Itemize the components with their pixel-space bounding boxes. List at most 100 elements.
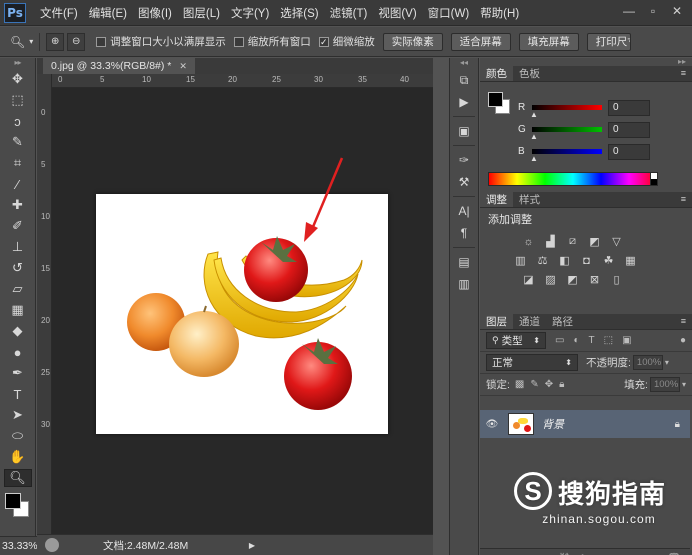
vibrance-icon[interactable]: ▽ [608, 234, 625, 249]
tab-paths[interactable]: 路径 [546, 314, 579, 329]
tab-channels[interactable]: 通道 [513, 314, 546, 329]
panel-grip-icon[interactable]: ◂◂ [450, 58, 478, 68]
hue-saturation-icon[interactable]: ▥ [512, 253, 529, 268]
brush-tool-icon[interactable]: ✐ [4, 217, 32, 235]
tab-adjustments[interactable]: 调整 [480, 192, 513, 207]
restore-button[interactable]: ▫ [644, 3, 662, 19]
blend-mode-select[interactable]: 正常 ⬍ [486, 354, 578, 371]
color-lookup-icon[interactable]: ▦ [622, 253, 639, 268]
layer-name[interactable]: 背景 [542, 416, 564, 432]
blur-tool-icon[interactable]: ◆ [4, 322, 32, 340]
actual-pixels-button[interactable]: 实际像素 [382, 32, 443, 51]
lasso-tool-icon[interactable]: ↄ [4, 112, 32, 130]
marquee-tool-icon[interactable]: ⬚ [4, 91, 32, 109]
black-white-icon[interactable]: ◧ [556, 253, 573, 268]
filter-type-icon[interactable]: T [589, 335, 595, 346]
close-tab-icon[interactable]: ✕ [179, 61, 187, 72]
history-panel-icon[interactable]: ⧉ [453, 70, 475, 90]
slider-thumb-icon[interactable]: ▲ [530, 154, 538, 163]
green-value-input[interactable]: 0 [608, 122, 650, 138]
move-tool-icon[interactable]: ✥ [4, 70, 32, 88]
foreground-color-swatch[interactable] [4, 493, 21, 509]
menu-layer[interactable]: 图层(L) [183, 5, 220, 21]
posterize-icon[interactable]: ▨ [542, 272, 559, 287]
filter-pixel-icon[interactable]: ▭ [555, 335, 564, 346]
crop-tool-icon[interactable]: ⌗ [4, 154, 32, 172]
paragraph-panel-icon[interactable]: ¶ [453, 223, 475, 243]
notes-panel-icon[interactable]: ▥ [453, 274, 475, 294]
zoom-in-icon[interactable]: ⊕ [46, 32, 65, 51]
tab-swatches[interactable]: 色板 [513, 66, 546, 81]
fill-input[interactable]: 100% [649, 377, 680, 392]
canvas-area[interactable] [52, 88, 433, 534]
pen-tool-icon[interactable]: ✒ [4, 364, 32, 382]
dodge-tool-icon[interactable]: ● [4, 343, 32, 361]
checkbox-box[interactable] [233, 36, 244, 47]
filter-shape-icon[interactable]: ⬚ [604, 335, 613, 346]
layer-comps-icon[interactable]: ▤ [453, 252, 475, 272]
status-info-icon[interactable] [45, 538, 59, 552]
history-brush-tool-icon[interactable]: ↺ [4, 259, 32, 277]
brush-presets-icon[interactable]: ✑ [453, 150, 475, 170]
zoom-out-icon[interactable]: ⊖ [67, 32, 86, 51]
selective-color-icon[interactable]: ⊠ [586, 272, 603, 287]
actions-panel-icon[interactable]: ▶ [453, 92, 475, 112]
zoom-all-windows-checkbox[interactable]: 缩放所有窗口 [233, 34, 311, 49]
zoom-tool-icon[interactable]: 🔍︎ [10, 35, 25, 49]
lock-pixels-icon[interactable]: ✎ [530, 379, 538, 390]
channel-mixer-icon[interactable]: ☘ [600, 253, 617, 268]
fill-chevron-icon[interactable]: ▾ [682, 380, 686, 389]
resize-windows-checkbox[interactable]: 调整窗口大小以满屏显示 [96, 34, 226, 49]
shape-tool-icon[interactable]: ⬭ [4, 427, 32, 445]
menu-select[interactable]: 选择(S) [280, 5, 318, 21]
slider-thumb-icon[interactable]: ▲ [530, 110, 538, 119]
panel-menu-icon[interactable]: ≡ [681, 316, 686, 326]
menu-help[interactable]: 帮助(H) [480, 5, 519, 21]
info-panel-icon[interactable]: ▣ [453, 121, 475, 141]
panel-menu-icon[interactable]: ≡ [681, 68, 686, 78]
panel-collapse-icon[interactable]: ▸▸ [480, 58, 692, 66]
color-swatches[interactable] [3, 491, 33, 521]
quick-select-tool-icon[interactable]: ✎ [4, 133, 32, 151]
character-panel-icon[interactable]: A| [453, 201, 475, 221]
red-slider-track[interactable] [532, 105, 602, 110]
menu-view[interactable]: 视图(V) [378, 5, 416, 21]
close-button[interactable]: ✕ [668, 3, 686, 19]
scrubby-zoom-checkbox[interactable]: ✓ 细微缩放 [318, 34, 375, 49]
lock-position-icon[interactable]: ✥ [545, 379, 553, 390]
print-size-button[interactable]: 打印尺寸 [586, 32, 631, 51]
checkbox-box[interactable] [96, 36, 107, 47]
filter-toggle-icon[interactable]: ● [680, 335, 686, 346]
green-slider-track[interactable] [532, 127, 602, 132]
eraser-tool-icon[interactable]: ▱ [4, 280, 32, 298]
filter-smart-object-icon[interactable]: ▣ [622, 335, 631, 346]
brightness-contrast-icon[interactable]: ☼ [520, 234, 537, 249]
zoom-level[interactable]: 33.33% [0, 536, 38, 555]
black-white-swatch[interactable] [650, 172, 658, 186]
healing-brush-tool-icon[interactable]: ✚ [4, 196, 32, 214]
layer-row-background[interactable]: 👁︎ 背景 🔒︎ [480, 410, 690, 438]
path-selection-tool-icon[interactable]: ➤ [4, 406, 32, 424]
document-tab[interactable]: 0.jpg @ 33.3%(RGB/8#) * ✕ [43, 58, 195, 74]
menu-edit[interactable]: 编辑(E) [89, 5, 127, 21]
blue-value-input[interactable]: 0 [608, 144, 650, 160]
color-balance-icon[interactable]: ⚖ [534, 253, 551, 268]
foreground-color-swatch[interactable] [488, 92, 503, 107]
menu-image[interactable]: 图像(I) [138, 5, 172, 21]
clone-source-icon[interactable]: ⚒ [453, 172, 475, 192]
blue-slider-track[interactable] [532, 149, 602, 154]
gradient-tool-icon[interactable]: ▦ [4, 301, 32, 319]
exposure-icon[interactable]: ◩ [586, 234, 603, 249]
opacity-chevron-icon[interactable]: ▾ [665, 358, 669, 367]
menu-type[interactable]: 文字(Y) [231, 5, 269, 21]
layer-filter-select[interactable]: ⚲ 类型 ⬍ [486, 332, 546, 349]
minimize-button[interactable]: — [620, 3, 638, 19]
slider-thumb-icon[interactable]: ▲ [530, 132, 538, 141]
tab-styles[interactable]: 样式 [513, 192, 546, 207]
levels-icon[interactable]: ▟ [542, 234, 559, 249]
eyedropper-tool-icon[interactable]: ⁄ [4, 175, 32, 193]
threshold-icon[interactable]: ◩ [564, 272, 581, 287]
type-tool-icon[interactable]: T [4, 385, 32, 403]
gradient-map-icon[interactable]: ▯ [608, 272, 625, 287]
zoom-tool-icon[interactable]: 🔍︎ [3, 469, 32, 487]
